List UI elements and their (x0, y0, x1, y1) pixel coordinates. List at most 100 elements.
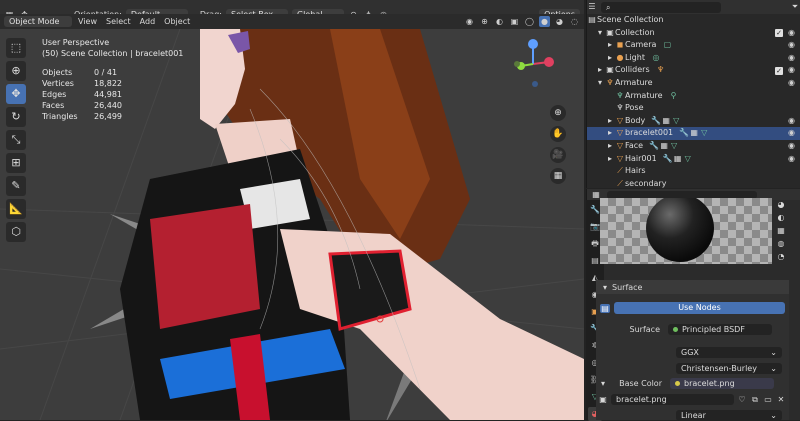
preview-flat-icon[interactable]: ◐ (776, 213, 786, 222)
duplicate-icon[interactable]: ⧉ (750, 395, 760, 405)
outliner-header: ☰ ⌕ ⏷ (587, 0, 800, 14)
scale-tool-icon[interactable]: ⤡ (6, 130, 26, 150)
image-browse-icon[interactable]: ▣ (598, 395, 608, 404)
camera-icon: ◼ (615, 39, 625, 52)
preview-shape-buttons: ◕ ◐ ▦ ◍ ◔ (776, 200, 786, 261)
menu-view[interactable]: View (75, 17, 100, 26)
stat-row: Vertices18,822 (42, 78, 183, 89)
measure-tool-icon[interactable]: 📐 (6, 199, 26, 219)
image-name-field[interactable]: bracelet.png (611, 394, 734, 405)
eye-icon[interactable]: ◉ (788, 39, 795, 52)
outliner-item-pose[interactable]: ♆ Pose (587, 102, 800, 115)
mode-dropdown[interactable]: Object Mode (4, 16, 72, 27)
annotate-tool-icon[interactable]: ✎ (6, 176, 26, 196)
open-folder-icon[interactable]: ▭ (763, 395, 773, 404)
xray-icon[interactable]: ▣ (509, 16, 520, 27)
eye-icon[interactable]: ◉ (788, 140, 795, 153)
mesh-icon: ▽ (615, 127, 625, 140)
outliner-item-camera[interactable]: ▸◼ Camera ▢ ◉ (587, 39, 800, 52)
shading-wire-icon[interactable]: ◯ (524, 16, 535, 27)
overlay-icon[interactable]: ◐ (494, 16, 505, 27)
distribution-dropdown[interactable]: GGX⌄ (676, 347, 782, 358)
outliner-search[interactable]: ⌕ (601, 2, 721, 13)
eye-icon[interactable]: ◉ (788, 153, 795, 166)
eye-icon[interactable]: ◉ (788, 52, 795, 65)
base-color-expand-icon[interactable]: ▾ (598, 379, 608, 388)
surface-shader-field[interactable]: Principled BSDF (668, 324, 772, 335)
material-icon: ▦ (673, 153, 683, 166)
outliner-item-collection[interactable]: ▾▣ Collection ✓◉ (587, 27, 800, 40)
menu-add[interactable]: Add (137, 17, 159, 26)
mesh-data-icon: ▽ (671, 115, 681, 128)
menu-select[interactable]: Select (103, 17, 134, 26)
outliner-item-face[interactable]: ▸▽ Face 🔧▦▽ ◉ (587, 140, 800, 153)
outliner-item-armature-data[interactable]: ♆ Armature ⚲ (587, 90, 800, 103)
collection-icon: ▣ (605, 27, 615, 40)
armature-icon: ♆ (605, 77, 615, 90)
eye-icon[interactable]: ◉ (788, 27, 795, 40)
add-cube-tool-icon[interactable]: ⬡ (6, 222, 26, 242)
preview-sphere-icon[interactable]: ◕ (776, 200, 786, 209)
rotate-tool-icon[interactable]: ↻ (6, 107, 26, 127)
preview-cube-icon[interactable]: ▦ (776, 226, 786, 235)
surface-panel-header[interactable]: ▾ Surface (596, 280, 789, 294)
fake-user-icon[interactable]: ♡ (737, 395, 747, 404)
outliner-item-light[interactable]: ▸● Light ◎ ◉ (587, 52, 800, 65)
exclude-checkbox[interactable]: ✓ (775, 29, 783, 37)
gizmo-icon[interactable]: ⊕ (479, 16, 490, 27)
menu-object[interactable]: Object (161, 17, 193, 26)
outliner-item-bracelet001[interactable]: ▸▽ bracelet001 🔧▦▽ ◉ (587, 127, 800, 140)
mesh-data-icon: ▽ (699, 127, 709, 140)
eye-icon[interactable]: ◉ (788, 115, 795, 128)
select-tool-icon[interactable]: ⬚ (6, 38, 26, 58)
eye-icon[interactable]: ◉ (788, 64, 795, 77)
shading-solid-icon[interactable]: ● (539, 16, 550, 27)
eye-icon[interactable]: ◉ (788, 77, 795, 90)
outliner-item-armature[interactable]: ▾♆ Armature ◉ (587, 77, 800, 90)
outliner: ☰ ⌕ ⏷ ▤ Scene Collection ▾▣ Collection ✓… (586, 0, 800, 188)
move-tool-icon[interactable]: ✥ (6, 84, 26, 104)
preview-hair-icon[interactable]: ◔ (776, 252, 786, 261)
light-icon: ● (615, 52, 625, 65)
outliner-root[interactable]: ▤ Scene Collection (587, 14, 800, 27)
modifier-icon: 🔧 (679, 127, 689, 140)
base-color-field[interactable]: bracelet.png (670, 378, 774, 389)
subsurface-row: Christensen-Burley⌄ (676, 363, 782, 374)
bone-data-icon: ⚲ (669, 90, 679, 103)
armature-data-icon: ♆ (615, 90, 625, 103)
outliner-item-hairs[interactable]: ⟋ Hairs (587, 165, 800, 178)
subsurface-method-dropdown[interactable]: Christensen-Burley⌄ (676, 363, 782, 374)
ortho-grid-icon[interactable]: ▦ (550, 168, 566, 184)
navigation-gizmo[interactable] (505, 36, 561, 92)
outliner-item-colliders[interactable]: ▸▣ Colliders ♆ ✓◉ (587, 64, 800, 77)
transform-tool-icon[interactable]: ⊞ (6, 153, 26, 173)
mesh-icon: ▽ (615, 140, 625, 153)
outliner-type-icon[interactable]: ☰ (587, 1, 597, 14)
stat-row: Objects0 / 41 (42, 67, 183, 78)
pan-icon[interactable]: ✋ (550, 126, 566, 142)
outliner-item-body[interactable]: ▸▽ Body 🔧▦▽ ◉ (587, 115, 800, 128)
base-color-label: Base Color (608, 379, 670, 388)
shading-material-icon[interactable]: ◕ (554, 16, 565, 27)
shading-rendered-icon[interactable]: ◌ (569, 16, 580, 27)
camera-view-icon[interactable]: 🎥 (550, 147, 566, 163)
node-tree-icon: ▤ (600, 304, 610, 313)
exclude-checkbox[interactable]: ✓ (775, 67, 783, 75)
collection-icon: ▣ (605, 64, 615, 77)
visibility-icon[interactable]: ◉ (464, 16, 475, 27)
zoom-icon[interactable]: ⊕ (550, 105, 566, 121)
cursor-tool-icon[interactable]: ⊕ (6, 61, 26, 81)
use-nodes-button[interactable]: Use Nodes (614, 302, 785, 314)
stat-row: Triangles26,499 (42, 111, 183, 122)
unlink-icon[interactable]: ✕ (776, 395, 786, 404)
bone-icon: ⟋ (615, 165, 625, 178)
outliner-item-hair001[interactable]: ▸▽ Hair001 🔧▦▽ ◉ (587, 153, 800, 166)
interpolation-dropdown[interactable]: Linear⌄ (676, 410, 782, 421)
eye-icon[interactable]: ◉ (788, 127, 795, 140)
mesh-icon: ▽ (615, 153, 625, 166)
filter-icon[interactable]: ⏷ (790, 1, 800, 14)
pose-icon: ♆ (615, 102, 625, 115)
stat-row: Faces26,440 (42, 100, 183, 111)
material-icon: ▦ (659, 140, 669, 153)
preview-monkey-icon[interactable]: ◍ (776, 239, 786, 248)
